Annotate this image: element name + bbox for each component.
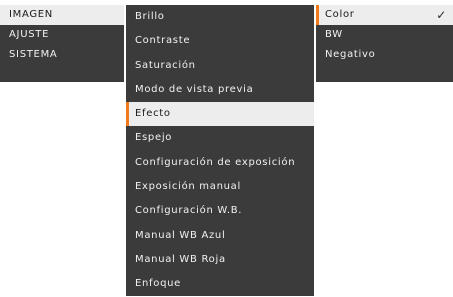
submenu-item-label: Enfoque: [135, 278, 182, 290]
submenu-item-label: Contraste: [135, 35, 191, 47]
submenu-item-label: Configuración de exposición: [135, 156, 296, 168]
effect-option-negativo[interactable]: Negativo: [316, 45, 453, 65]
menu-item-ajuste[interactable]: AJUSTE: [0, 25, 124, 45]
menu-item-imagen[interactable]: IMAGEN: [0, 5, 124, 25]
submenu-item-efecto[interactable]: Efecto: [126, 102, 314, 127]
submenu-item-enfoque[interactable]: Enfoque: [126, 272, 314, 296]
submenu-item-label: Configuración W.B.: [135, 205, 243, 217]
submenu-item-config-exposicion[interactable]: Configuración de exposición: [126, 151, 314, 175]
menu-item-label: IMAGEN: [9, 9, 53, 20]
submenu-item-label: Efecto: [135, 108, 171, 120]
effect-options-menu: Color ✓ BW Negativo: [316, 5, 453, 82]
checkmark-icon: ✓: [436, 8, 447, 22]
effect-option-label: BW: [325, 29, 343, 40]
submenu-item-exposicion-manual[interactable]: Exposición manual: [126, 175, 314, 199]
menu-item-label: AJUSTE: [9, 29, 50, 40]
submenu-item-label: Brillo: [135, 11, 165, 22]
image-submenu: Brillo Contraste Saturación Modo de vist…: [126, 5, 314, 296]
submenu-item-label: Espejo: [135, 132, 173, 144]
submenu-item-saturacion[interactable]: Saturación: [126, 54, 314, 78]
submenu-item-espejo[interactable]: Espejo: [126, 126, 314, 150]
menu-item-label: SISTEMA: [9, 49, 58, 60]
effect-option-color[interactable]: Color ✓: [316, 5, 453, 25]
menu-item-sistema[interactable]: SISTEMA: [0, 45, 124, 65]
submenu-item-manual-wb-azul[interactable]: Manual WB Azul: [126, 224, 314, 248]
submenu-item-label: Exposición manual: [135, 181, 241, 193]
submenu-item-label: Manual WB Azul: [135, 229, 226, 241]
effect-option-label: Color: [325, 9, 355, 20]
submenu-item-brillo[interactable]: Brillo: [126, 5, 314, 29]
effect-option-label: Negativo: [325, 49, 376, 60]
main-menu: IMAGEN AJUSTE SISTEMA: [0, 5, 124, 82]
submenu-item-label: Saturación: [135, 59, 196, 71]
submenu-item-label: Modo de vista previa: [135, 83, 254, 95]
submenu-item-label: Manual WB Roja: [135, 253, 226, 265]
submenu-item-manual-wb-roja[interactable]: Manual WB Roja: [126, 248, 314, 272]
effect-option-bw[interactable]: BW: [316, 25, 453, 45]
submenu-item-modo-vista-previa[interactable]: Modo de vista previa: [126, 78, 314, 102]
submenu-item-contraste[interactable]: Contraste: [126, 29, 314, 53]
submenu-item-config-wb[interactable]: Configuración W.B.: [126, 199, 314, 223]
